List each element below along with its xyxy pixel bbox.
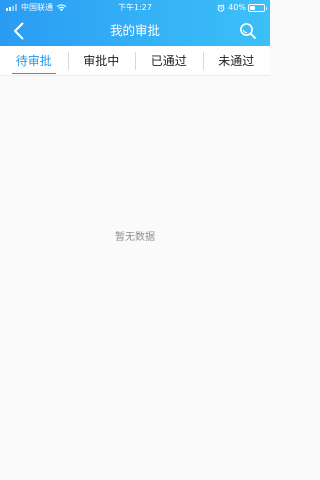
app-header: 中国联通 下午1:27 40% 我的审批 bbox=[0, 0, 270, 46]
tab-in-progress[interactable]: 审批中 bbox=[67, 46, 136, 75]
status-right: 40% bbox=[217, 0, 267, 15]
battery-level bbox=[250, 5, 256, 10]
empty-state-text: 暂无数据 bbox=[115, 232, 155, 243]
search-button[interactable] bbox=[238, 21, 258, 41]
tab-label: 未通过 bbox=[218, 54, 255, 68]
back-button[interactable] bbox=[8, 20, 28, 42]
chevron-left-icon bbox=[13, 22, 23, 40]
tab-approved[interactable]: 已通过 bbox=[135, 46, 203, 75]
tab-label: 已通过 bbox=[150, 54, 187, 68]
nav-bar: 我的审批 bbox=[0, 15, 270, 46]
status-bar: 中国联通 下午1:27 40% bbox=[0, 0, 270, 15]
battery-percent: 40% bbox=[228, 3, 246, 12]
battery-icon bbox=[248, 3, 267, 12]
tab-label: 待审批 bbox=[15, 54, 52, 68]
tab-pending[interactable]: 待审批 bbox=[0, 46, 68, 75]
tab-rejected[interactable]: 未通过 bbox=[202, 46, 271, 75]
alarm-icon bbox=[217, 3, 225, 12]
search-icon bbox=[240, 23, 256, 39]
tab-label: 审批中 bbox=[83, 54, 120, 68]
page-title: 我的审批 bbox=[109, 23, 160, 38]
tab-bar: 待审批 审批中 已通过 未通过 bbox=[0, 46, 270, 76]
